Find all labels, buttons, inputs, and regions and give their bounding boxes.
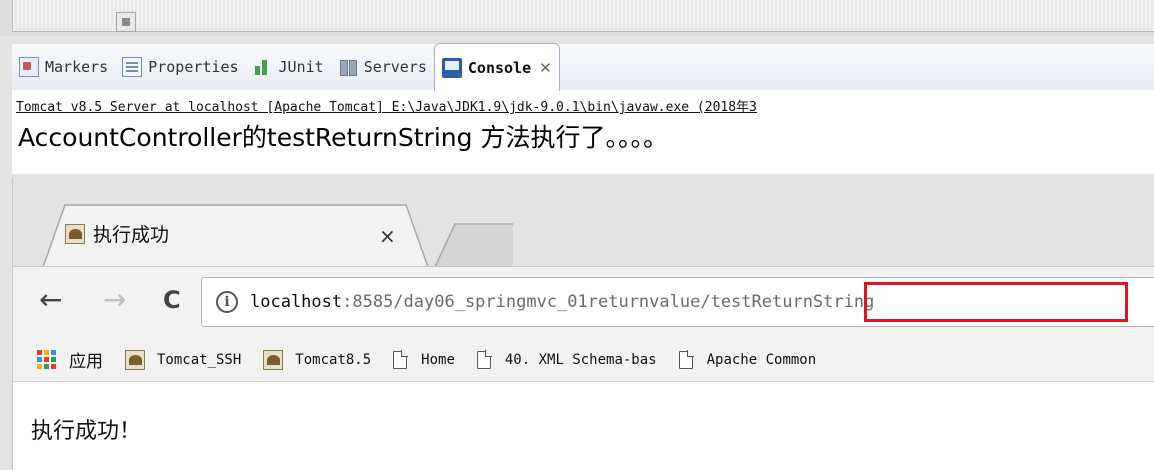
browser-tab[interactable]: 执行成功 × [43, 204, 513, 267]
bookmark-apache-common[interactable]: Apache Common [678, 349, 817, 369]
markers-icon [19, 57, 39, 77]
new-tab-button[interactable] [434, 223, 513, 267]
page-icon [678, 349, 694, 369]
bookmark-apps[interactable]: 应用 [13, 347, 103, 372]
bookmark-label: Apache Common [706, 351, 817, 368]
tab-label: Markers [45, 58, 109, 76]
tab-label: Console [467, 58, 532, 77]
tab-servers[interactable]: Servers [331, 44, 434, 90]
forward-arrow-icon[interactable]: → [103, 285, 126, 315]
bookmark-label: Tomcat_SSH [157, 351, 242, 368]
bookmark-label: 40. XML Schema-bas [504, 351, 657, 368]
browser-toolbar: ← → C i localhost:8585/day06_springmvc_0… [13, 266, 1154, 338]
servers-icon [338, 57, 358, 77]
eclipse-toolbar [12, 0, 1154, 32]
close-icon[interactable]: ✕ [539, 59, 552, 77]
junit-icon [253, 57, 273, 77]
console-icon [441, 57, 462, 78]
bookmark-label: Tomcat8.5 [295, 351, 372, 368]
url-path: :8585/day06_springmvc_01returnvalue/test… [342, 292, 875, 312]
console-output-line: AccountController的testReturnString 方法执行了… [12, 118, 1154, 174]
views-tab-row: Markers Properties JUnit Servers Console… [12, 43, 1154, 91]
url-host: localhost [250, 292, 343, 312]
back-arrow-icon[interactable]: ← [39, 285, 62, 315]
address-bar[interactable]: i localhost:8585/day06_springmvc_01retur… [201, 277, 1154, 327]
tomcat-favicon-icon [125, 349, 145, 370]
bookmark-label: Home [421, 351, 455, 368]
page-content: 执行成功！ [13, 383, 1154, 470]
browser-window: 执行成功 × ← → C i localhost:8585/day06_spri… [12, 178, 1154, 470]
bookmark-xml-schema[interactable]: 40. XML Schema-bas [476, 349, 657, 369]
tab-label: JUnit [278, 58, 324, 76]
eclipse-toolbar-area [0, 0, 1154, 36]
toolbar-button[interactable] [116, 12, 136, 32]
tab-label: Servers [363, 58, 427, 76]
page-message: 执行成功！ [31, 419, 142, 444]
tab-label: Properties [148, 58, 239, 76]
tomcat-favicon-icon [65, 224, 85, 244]
bookmark-tomcat85[interactable]: Tomcat8.5 [263, 349, 372, 370]
tab-properties[interactable]: Properties [115, 44, 245, 90]
tab-markers[interactable]: Markers [12, 44, 115, 90]
url-highlight-box [864, 282, 1128, 322]
bookmark-home[interactable]: Home [393, 349, 455, 369]
tab-title: 执行成功 [93, 224, 170, 246]
tab-junit[interactable]: JUnit [246, 44, 331, 90]
bookmark-tomcat-ssh[interactable]: Tomcat_SSH [125, 349, 242, 370]
page-icon [476, 349, 492, 369]
info-icon[interactable]: i [216, 291, 238, 313]
page-icon [393, 349, 409, 369]
tomcat-favicon-icon [263, 349, 284, 370]
reload-icon[interactable]: C [163, 285, 181, 315]
browser-tab-strip: 执行成功 × [13, 178, 1154, 267]
close-icon[interactable]: × [379, 223, 396, 249]
bookmark-label: 应用 [69, 352, 103, 372]
properties-icon [122, 57, 143, 77]
apps-grid-icon [37, 349, 57, 370]
eclipse-views-bar: Markers Properties JUnit Servers Console… [12, 43, 1154, 98]
tab-console[interactable]: Console ✕ [433, 43, 560, 91]
bookmarks-bar: 应用 Tomcat_SSH Tomcat8.5 Home 40. XML Sch… [13, 338, 1154, 382]
console-launch-header: Tomcat v8.5 Server at localhost [Apache … [12, 98, 1154, 118]
url-text: localhost:8585/day06_springmvc_01returnv… [250, 278, 874, 326]
